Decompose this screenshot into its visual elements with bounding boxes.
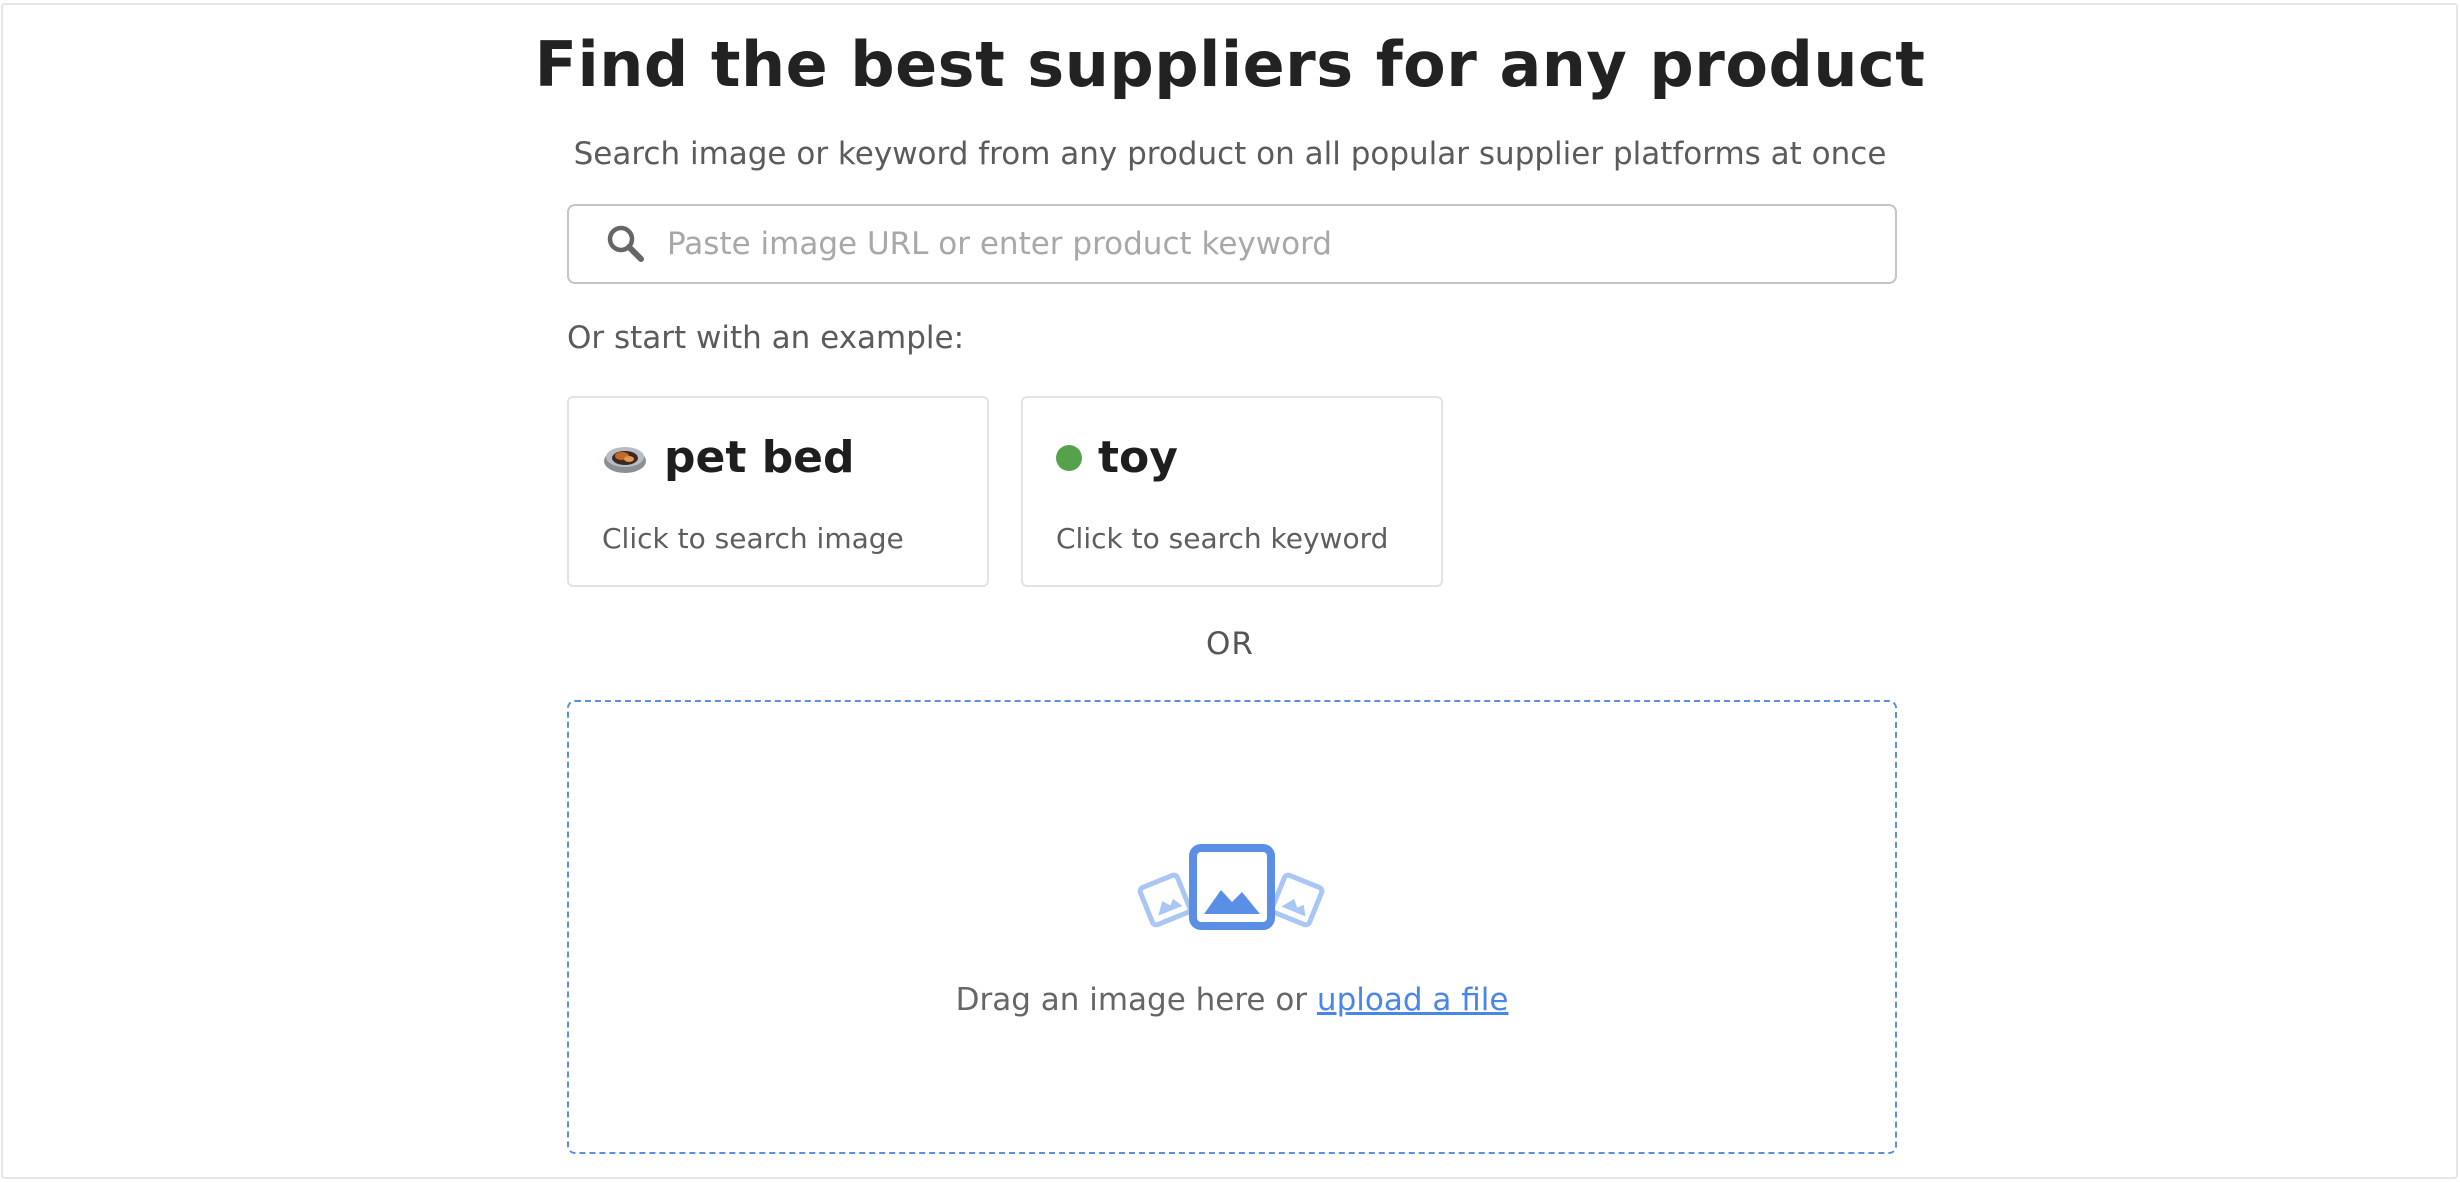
image-dropzone[interactable]: Drag an image here or upload a file [567, 700, 1897, 1154]
example-hint: Click to search image [602, 522, 904, 555]
examples-label: Or start with an example: [567, 320, 965, 356]
image-upload-icon [1137, 842, 1327, 942]
page-title: Find the best suppliers for any product [534, 28, 1926, 101]
or-divider: OR [1206, 626, 1254, 662]
page-subtitle: Search image or keyword from any product… [573, 136, 1887, 172]
example-name: toy [1098, 432, 1178, 483]
dropzone-label: Drag an image here or [955, 982, 1317, 1018]
green-dot-icon [1056, 444, 1082, 471]
dropzone-text: Drag an image here or upload a file [569, 982, 1895, 1018]
pet-bed-thumbnail-icon [602, 441, 648, 475]
search-input[interactable] [667, 226, 1895, 262]
example-card-toy[interactable]: toy Click to search keyword [1021, 396, 1443, 587]
example-name: pet bed [664, 432, 855, 483]
example-hint: Click to search keyword [1056, 522, 1389, 555]
search-bar[interactable] [567, 204, 1897, 284]
example-card-pet-bed[interactable]: pet bed Click to search image [567, 396, 989, 587]
upload-file-link[interactable]: upload a file [1317, 982, 1509, 1018]
search-icon [603, 221, 649, 267]
